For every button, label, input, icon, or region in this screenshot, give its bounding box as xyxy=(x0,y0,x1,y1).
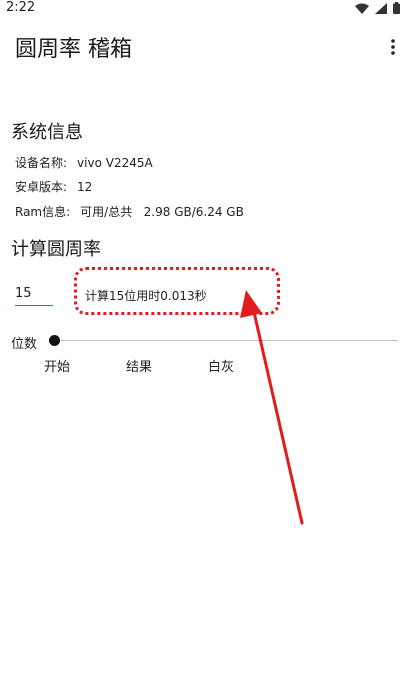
calculate-pi-heading: 计算圆周率 xyxy=(11,239,101,260)
app-title: 圆周率 稽箱 xyxy=(15,37,132,62)
digits-slider-thumb[interactable] xyxy=(49,335,60,346)
signal-icon xyxy=(375,2,387,14)
digits-input[interactable] xyxy=(15,283,53,306)
status-bar: 2:22 xyxy=(0,0,412,18)
annotation-highlight-box xyxy=(74,267,280,315)
ram-info-row: Ram信息: 可用/总共 2.98 GB/6.24 GB xyxy=(15,203,244,220)
more-vert-icon[interactable] xyxy=(386,38,400,56)
system-info-heading: 系统信息 xyxy=(11,122,83,143)
device-name-value: vivo V2245A xyxy=(77,156,153,170)
android-version-row: 安卓版本: 12 xyxy=(15,178,92,195)
wifi-icon xyxy=(355,3,369,14)
start-button[interactable]: 开始 xyxy=(44,356,70,375)
result-button[interactable]: 结果 xyxy=(126,356,152,375)
device-name-row: 设备名称: vivo V2245A xyxy=(15,154,153,171)
device-name-label: 设备名称: xyxy=(15,156,68,170)
app-bar: 圆周率 稽箱 xyxy=(0,18,412,72)
battery-icon xyxy=(393,2,400,14)
android-version-value: 12 xyxy=(77,180,93,194)
digits-slider-track[interactable] xyxy=(52,340,398,341)
android-version-label: 安卓版本: xyxy=(15,180,68,194)
status-time: 2:22 xyxy=(6,0,36,15)
ram-info-label: Ram信息: xyxy=(15,205,71,219)
white-gray-button[interactable]: 白灰 xyxy=(208,356,234,375)
digits-slider-label: 位数 xyxy=(11,337,38,352)
status-icons xyxy=(355,2,400,14)
arrow-annotation-icon xyxy=(240,290,304,525)
ram-info-value: 可用/总共 2.98 GB/6.24 GB xyxy=(80,205,244,219)
